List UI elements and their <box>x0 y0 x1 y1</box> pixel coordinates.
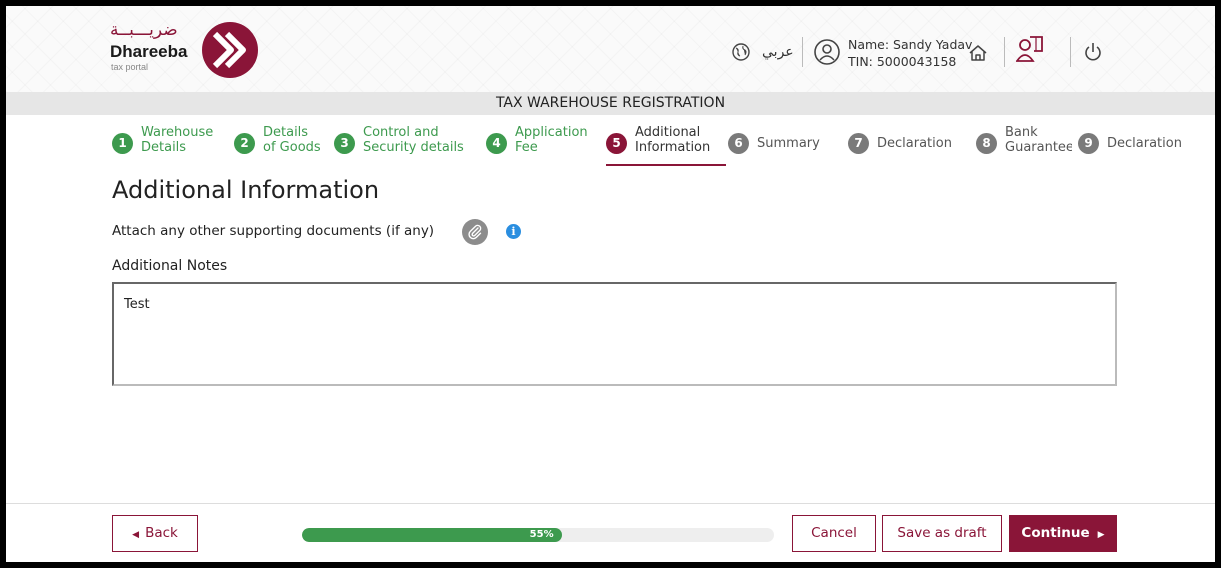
step-label: Application Fee <box>515 125 588 155</box>
user-tin: TIN: 5000043158 <box>848 54 957 69</box>
user-guide-icon[interactable] <box>1016 34 1044 64</box>
step-number: 2 <box>234 133 255 154</box>
step-number: 6 <box>728 133 749 154</box>
step-label: Control and Security details <box>363 125 464 155</box>
step-label: Additional Information <box>635 125 711 155</box>
progress-text: 55% <box>529 529 554 540</box>
step-number: 9 <box>1078 133 1099 154</box>
divider <box>1070 37 1071 67</box>
step-label: Warehouse Details <box>141 125 214 155</box>
paperclip-icon <box>468 224 482 240</box>
step-label: Summary <box>757 136 820 151</box>
back-button[interactable]: ◀ Back <box>112 515 198 552</box>
app-window: ضريـــبــة Dhareeba tax portal عربي Name… <box>6 6 1215 562</box>
continue-button[interactable]: Continue ▶ <box>1009 515 1117 552</box>
info-icon[interactable]: i <box>506 224 521 239</box>
logout-power-icon[interactable] <box>1084 42 1102 62</box>
registration-stepper: 1 Warehouse Details 2 Details of Goods 3 C… <box>6 117 1215 167</box>
language-toggle[interactable]: عربي <box>762 44 794 60</box>
continue-arrow-icon: ▶ <box>1097 530 1105 540</box>
additional-notes-textarea[interactable]: Test <box>112 282 1117 386</box>
step-number: 7 <box>848 133 869 154</box>
home-icon[interactable] <box>968 44 988 62</box>
divider <box>802 37 803 67</box>
step-number: 4 <box>486 133 507 154</box>
continue-label: Continue <box>1021 525 1090 541</box>
step-number: 1 <box>112 133 133 154</box>
footer-divider <box>6 503 1215 504</box>
attach-documents-label: Attach any other supporting documents (i… <box>112 223 435 239</box>
step-label: Bank Guarantee <box>1005 125 1072 155</box>
logo-arabic-text: ضريـــبــة <box>110 20 178 40</box>
additional-notes-label: Additional Notes <box>112 258 228 274</box>
step-label: Declaration <box>1107 136 1182 151</box>
dhareeba-logo[interactable]: ضريـــبــة Dhareeba tax portal <box>110 20 270 80</box>
user-name: Name: Sandy Yadav <box>848 37 973 52</box>
attach-paperclip-button[interactable] <box>462 219 488 245</box>
logo-english-text: Dhareeba <box>110 42 188 61</box>
back-label: Back <box>145 525 178 541</box>
divider <box>1004 37 1005 67</box>
step-label: Details of Goods <box>263 125 321 155</box>
save-as-draft-button[interactable]: Save as draft <box>882 515 1002 552</box>
step-number: 3 <box>334 133 355 154</box>
step-label: Declaration <box>877 136 952 151</box>
globe-icon[interactable] <box>732 43 750 61</box>
back-arrow-icon: ◀ <box>132 530 140 540</box>
progress-bar: 55% <box>302 528 774 542</box>
header: ضريـــبــة Dhareeba tax portal عربي Name… <box>6 6 1215 92</box>
active-step-underline <box>606 164 726 166</box>
step-number: 5 <box>606 133 627 154</box>
page-title-bar: TAX WAREHOUSE REGISTRATION <box>6 92 1215 115</box>
user-icon[interactable] <box>814 39 840 65</box>
progress-fill: 55% <box>302 528 562 542</box>
step-number: 8 <box>976 133 997 154</box>
step-bank-guarantee[interactable]: 8 Bank Guarantee <box>976 125 1072 159</box>
logo-mark-icon <box>202 22 258 78</box>
cancel-button[interactable]: Cancel <box>792 515 876 552</box>
logo-subtitle: tax portal <box>111 62 149 72</box>
page-title: Additional Information <box>112 176 380 204</box>
